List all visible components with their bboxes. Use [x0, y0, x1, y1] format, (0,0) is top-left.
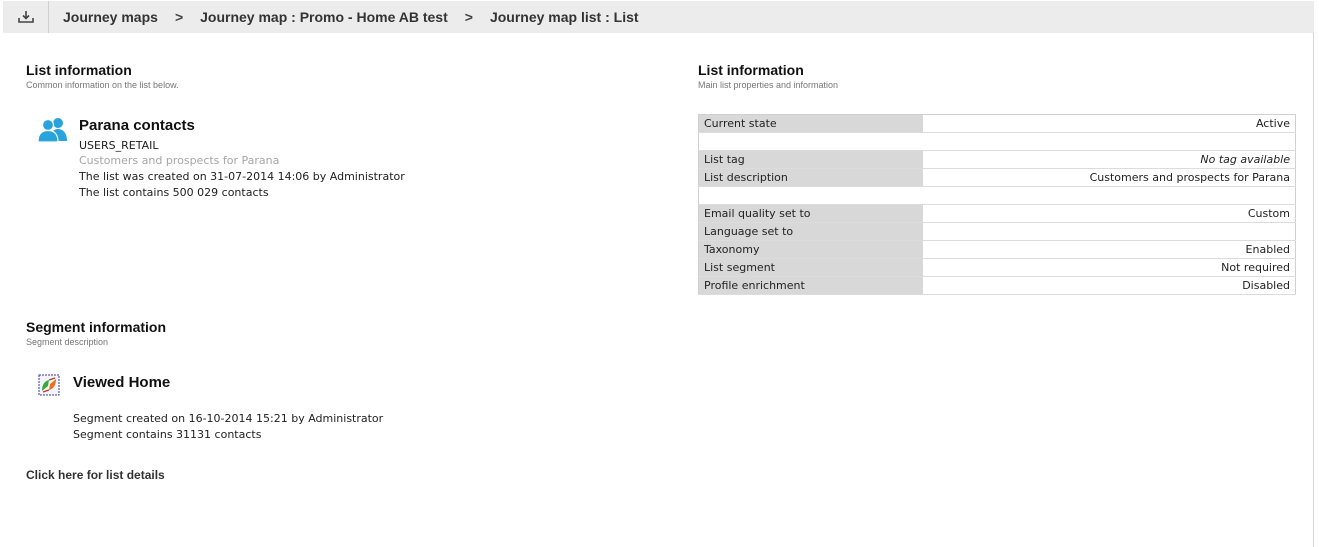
segment-info-subtitle: Segment description: [26, 337, 109, 347]
property-value: Active: [922, 114, 1296, 133]
property-value: Customers and prospects for Parana: [922, 168, 1296, 187]
property-label: List description: [698, 168, 923, 187]
home-button[interactable]: [3, 1, 49, 33]
breadcrumb-separator: >: [464, 9, 473, 25]
property-label: List segment: [698, 258, 923, 277]
list-code: USERS_RETAIL: [79, 139, 159, 152]
list-info-title: List information: [26, 62, 132, 78]
list-info-subtitle: Common information on the list below.: [26, 80, 179, 90]
property-row-language: Language set to: [698, 222, 1296, 241]
breadcrumb-journey-map[interactable]: Journey map : Promo - Home AB test: [200, 9, 448, 25]
list-name: Parana contacts: [79, 117, 195, 134]
breadcrumb-journey-map-list[interactable]: Journey map list : List: [490, 9, 639, 25]
property-row-list-segment: List segment Not required: [698, 258, 1296, 277]
segment-name: Viewed Home: [73, 374, 171, 391]
breadcrumb-separator: >: [174, 9, 184, 25]
list-contacts-count: The list contains 500 029 contacts: [79, 186, 269, 199]
segment-contacts-count: Segment contains 31131 contacts: [73, 428, 262, 441]
breadcrumb: Journey maps > Journey map : Promo - Hom…: [3, 1, 1314, 33]
property-value: [922, 132, 1296, 151]
property-row-list-description: List description Customers and prospects…: [698, 168, 1296, 187]
property-label: List tag: [698, 150, 923, 169]
property-label: [698, 132, 923, 151]
panel-border: [1313, 33, 1314, 547]
property-label: Language set to: [698, 222, 923, 241]
properties-table: Current state Active List tag No tag ava…: [698, 114, 1296, 295]
property-value: No tag available: [922, 150, 1296, 169]
property-value: [922, 186, 1296, 205]
property-value: Not required: [922, 258, 1296, 277]
segment-info-title: Segment information: [26, 319, 167, 335]
property-row-email-quality: Email quality set to Custom: [698, 204, 1296, 223]
property-label: Profile enrichment: [698, 276, 923, 295]
property-label: Taxonomy: [698, 240, 923, 259]
property-label: Current state: [698, 114, 923, 133]
property-value: Enabled: [922, 240, 1296, 259]
properties-title: List information: [698, 62, 804, 78]
property-row-spacer: [698, 132, 1296, 151]
property-row-current-state: Current state Active: [698, 114, 1296, 133]
properties-subtitle: Main list properties and information: [698, 80, 839, 90]
property-row-list-tag: List tag No tag available: [698, 150, 1296, 169]
property-label: Email quality set to: [698, 204, 923, 223]
property-value: Custom: [922, 204, 1296, 223]
list-description: Customers and prospects for Parana: [79, 154, 280, 167]
download-tray-icon: [17, 11, 34, 23]
property-row-spacer: [698, 186, 1296, 205]
property-row-profile-enrichment: Profile enrichment Disabled: [698, 276, 1296, 295]
segment-created: Segment created on 16-10-2014 15:21 by A…: [73, 412, 384, 425]
list-details-link[interactable]: Click here for list details: [26, 468, 165, 482]
property-row-taxonomy: Taxonomy Enabled: [698, 240, 1296, 259]
breadcrumb-journey-maps[interactable]: Journey maps: [63, 9, 158, 25]
property-value: [922, 222, 1296, 241]
list-created: The list was created on 31-07-2014 14:06…: [79, 170, 405, 183]
property-label: [698, 186, 923, 205]
property-value: Disabled: [922, 276, 1296, 295]
contacts-icon: [38, 118, 67, 143]
segment-icon: [38, 374, 60, 396]
